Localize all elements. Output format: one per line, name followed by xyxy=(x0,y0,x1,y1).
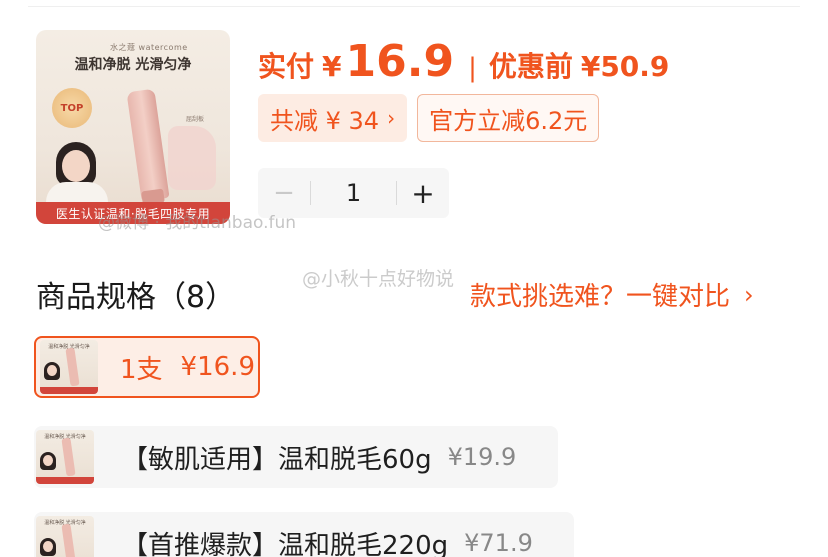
price-row: 实付 ¥ 16.9 | 优惠前 ¥50.9 xyxy=(258,36,669,92)
actual-price-label: 实付 xyxy=(258,50,315,83)
watermark: @微博 · 我的tianbao.fun xyxy=(98,213,297,233)
decrement-button[interactable]: − xyxy=(258,178,310,208)
scraper-label: 屈刮板 xyxy=(186,116,205,123)
spec-option-selected[interactable]: 温和净脱 光滑匀净 1支 ¥16.9 xyxy=(34,336,260,398)
option-price: ¥71.9 xyxy=(464,529,533,557)
original-price-label: 优惠前 xyxy=(488,50,573,83)
option-name: 【首推爆款】温和脱毛220g xyxy=(122,530,449,557)
spec-option[interactable]: 温和净脱 光滑匀净 【敏肌适用】温和脱毛60g ¥19.9 xyxy=(34,426,558,488)
product-brand-text: 水之蔻 watercome xyxy=(110,43,188,52)
watermark: @小秋十点好物说 xyxy=(302,268,455,290)
spec-section-title: 商品规格（8） xyxy=(36,280,236,315)
option-thumbnail: 温和净脱 光滑匀净 xyxy=(40,340,98,394)
compare-link[interactable]: 款式挑选难？一键对比 › xyxy=(470,276,754,313)
original-price-value: ¥50.9 xyxy=(580,50,670,83)
option-price: ¥16.9 xyxy=(180,352,255,382)
option-name: 1支 xyxy=(120,354,163,385)
product-scraper xyxy=(168,126,216,190)
chevron-right-icon: › xyxy=(744,280,754,309)
total-discount-chip[interactable]: 共减 ¥ 34 › xyxy=(258,94,408,142)
price-separator: | xyxy=(468,53,477,83)
option-thumbnail: 温和净脱 光滑匀净 xyxy=(36,430,94,484)
option-thumbnail: 温和净脱 光滑匀净 xyxy=(36,516,94,557)
product-image[interactable]: 水之蔻 watercome 温和净脱 光滑匀净 TOP 屈刮板 医生认证温和·脱… xyxy=(36,30,230,224)
quantity-value[interactable]: 1 xyxy=(311,179,396,207)
actual-price-value: 16.9 xyxy=(345,36,455,87)
product-tube xyxy=(126,88,170,202)
top-badge: TOP xyxy=(52,88,92,128)
increment-button[interactable]: + xyxy=(397,177,449,210)
chevron-right-icon: › xyxy=(387,106,396,130)
compare-link-label: 款式挑选难？一键对比 xyxy=(470,282,731,312)
discount-chips: 共减 ¥ 34 › 官方立减6.2元 xyxy=(258,94,600,142)
official-discount-label: 官方立减6.2元 xyxy=(429,106,588,135)
product-headline: 温和净脱 光滑匀净 xyxy=(74,57,192,73)
currency-symbol: ¥ xyxy=(322,50,342,83)
option-name: 【敏肌适用】温和脱毛60g xyxy=(122,444,432,475)
official-discount-chip[interactable]: 官方立减6.2元 xyxy=(417,94,600,142)
option-price: ¥19.9 xyxy=(447,443,517,471)
spec-option[interactable]: 温和净脱 光滑匀净 【首推爆款】温和脱毛220g ¥71.9 xyxy=(34,512,574,557)
top-divider xyxy=(28,6,800,7)
total-discount-label: 共减 ¥ 34 xyxy=(270,106,380,135)
